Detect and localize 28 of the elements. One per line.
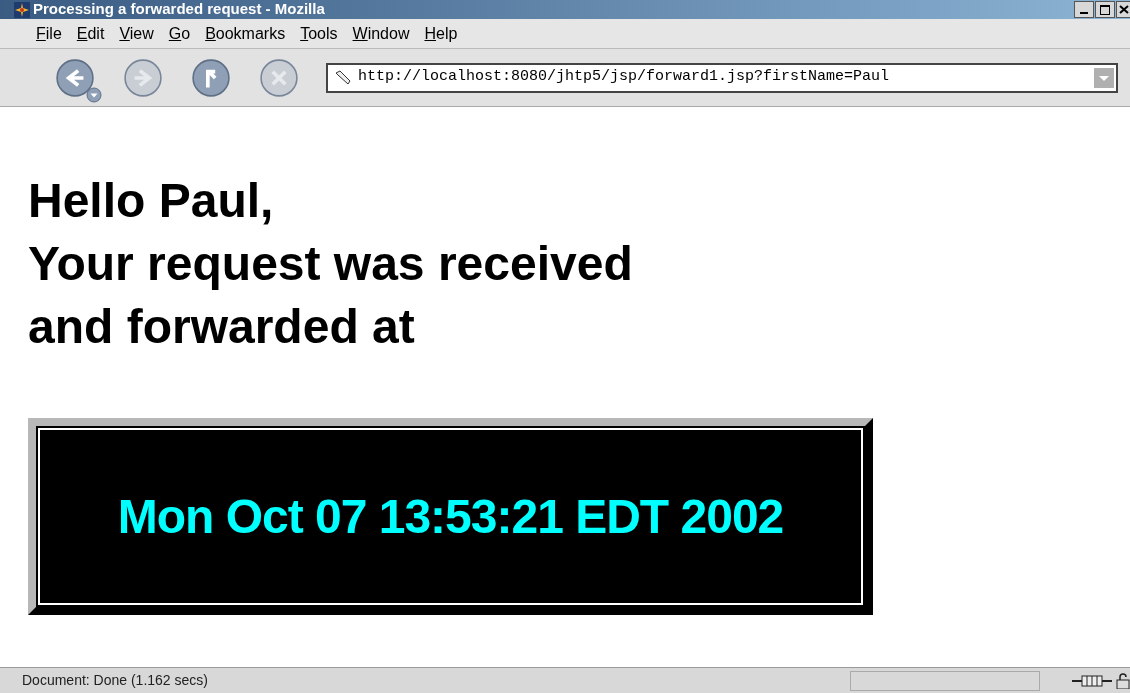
- minimize-icon: [1080, 12, 1088, 14]
- heading-line: and forwarded at: [28, 299, 416, 355]
- menu-item[interactable]: Go: [168, 21, 191, 46]
- maximize-icon: [1100, 4, 1110, 15]
- url-text: http://localhost:8080/jhtp5/jsp/forward1.jsp?firstName=Paul: [358, 67, 891, 88]
- menu-item[interactable]: Tools: [300, 21, 338, 46]
- minimize-button[interactable]: [1074, 1, 1094, 18]
- heading-line: Your request was received: [28, 236, 634, 292]
- menu-item[interactable]: Bookmarks: [205, 21, 286, 46]
- dropdown-icon: [86, 86, 102, 103]
- pen-icon: [334, 69, 352, 86]
- menu-item[interactable]: Help: [424, 21, 458, 46]
- menu-item[interactable]: Edit: [76, 21, 105, 46]
- menu-item[interactable]: View: [119, 21, 154, 46]
- maximize-button[interactable]: [1095, 1, 1115, 18]
- address-field[interactable]: http://localhost:8080/jhtp5/jsp/forward1.jsp?firstName=Paul: [326, 62, 1118, 93]
- close-button[interactable]: [1116, 1, 1130, 18]
- connection-icon: [1072, 673, 1112, 688]
- window-title: Processing a forwarded request - Mozilla: [33, 0, 325, 20]
- menu-item[interactable]: Window: [352, 21, 410, 46]
- stop-icon: [259, 57, 299, 98]
- status-text: Document: Done (1.162 secs): [21, 671, 209, 690]
- reload-icon: [191, 57, 231, 98]
- heading-line: Hello Paul,: [28, 173, 275, 229]
- close-icon: [1119, 5, 1129, 14]
- timestamp-text: Mon Oct 07 13:53:21 EDT 2002: [117, 488, 784, 545]
- app-icon: [14, 1, 30, 18]
- menu-item[interactable]: File: [36, 21, 62, 46]
